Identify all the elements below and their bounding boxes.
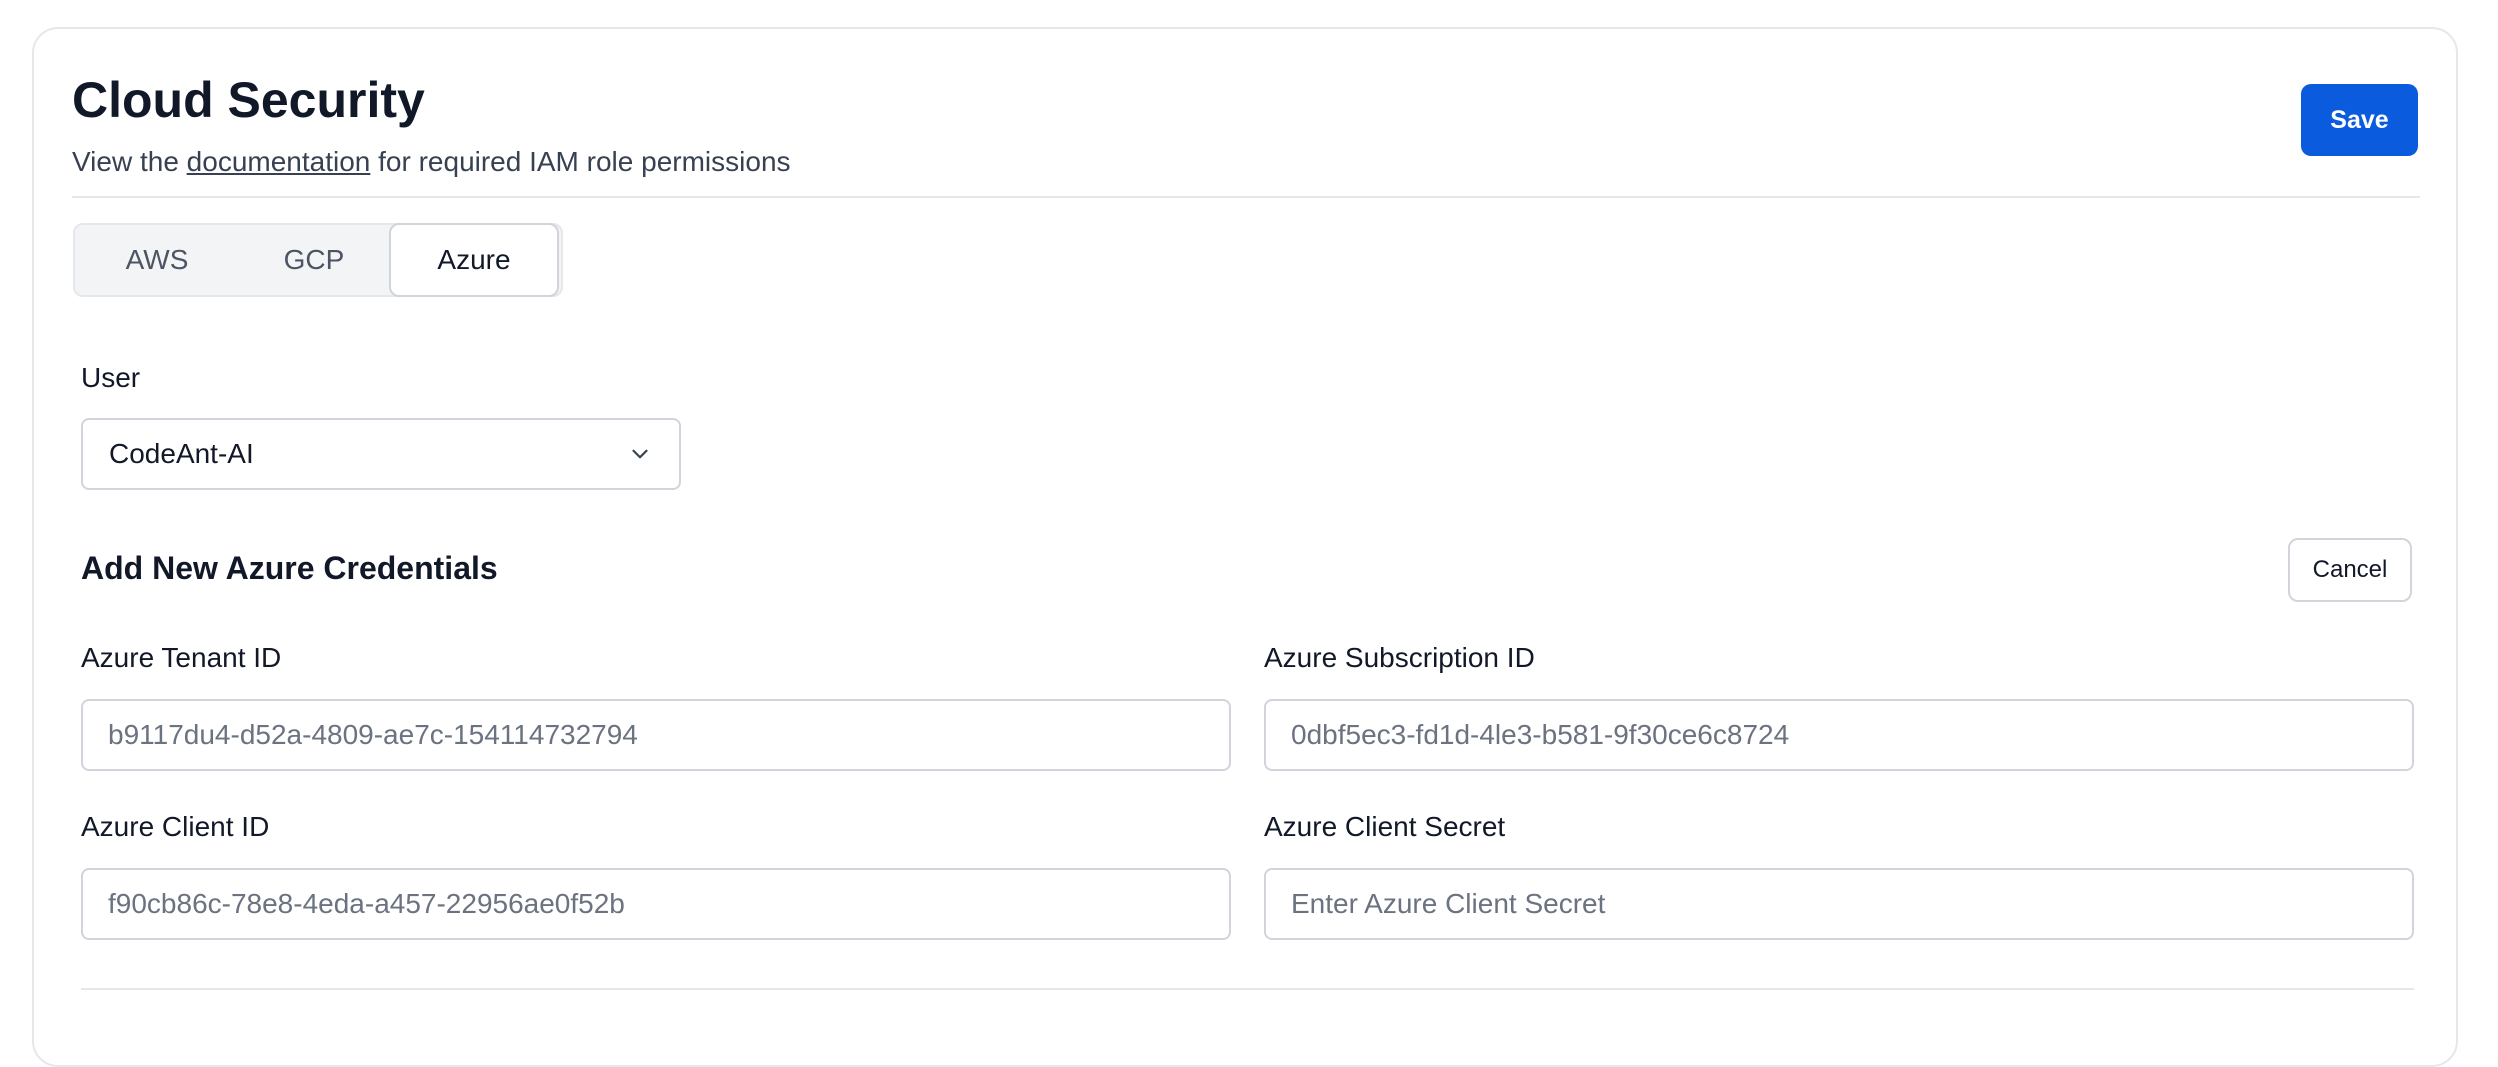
tenant-id-label: Azure Tenant ID — [81, 642, 282, 673]
client-secret-input[interactable] — [1264, 868, 2414, 940]
subscription-id-label: Azure Subscription ID — [1264, 642, 1535, 673]
provider-tabs: AWS GCP Azure — [73, 223, 563, 297]
client-secret-label: Azure Client Secret — [1264, 811, 1506, 842]
user-select[interactable]: CodeAnt-AI — [81, 418, 681, 490]
tab-gcp[interactable]: GCP — [239, 225, 389, 295]
client-id-input[interactable] — [81, 868, 1231, 940]
page-header: Cloud Security View the documentation fo… — [72, 64, 791, 180]
tab-aws[interactable]: AWS — [75, 225, 239, 295]
form-title: Add New Azure Credentials — [81, 550, 498, 586]
client-id-label: Azure Client ID — [81, 811, 270, 842]
user-label: User — [81, 362, 141, 393]
subtitle-suffix: for required IAM role permissions — [370, 146, 791, 177]
user-select-value: CodeAnt-AI — [109, 438, 254, 469]
chevron-down-icon — [627, 441, 653, 467]
tenant-id-input[interactable] — [81, 699, 1231, 771]
cancel-button[interactable]: Cancel — [2288, 538, 2412, 602]
documentation-link[interactable]: documentation — [187, 146, 371, 177]
page-subtitle: View the documentation for required IAM … — [72, 144, 791, 180]
save-button[interactable]: Save — [2301, 84, 2418, 156]
subscription-id-input[interactable] — [1264, 699, 2414, 771]
header-divider — [72, 196, 2420, 198]
page-title: Cloud Security — [72, 72, 425, 128]
form-divider — [81, 988, 2414, 990]
tab-azure[interactable]: Azure — [389, 223, 559, 297]
subtitle-prefix: View the — [72, 146, 187, 177]
